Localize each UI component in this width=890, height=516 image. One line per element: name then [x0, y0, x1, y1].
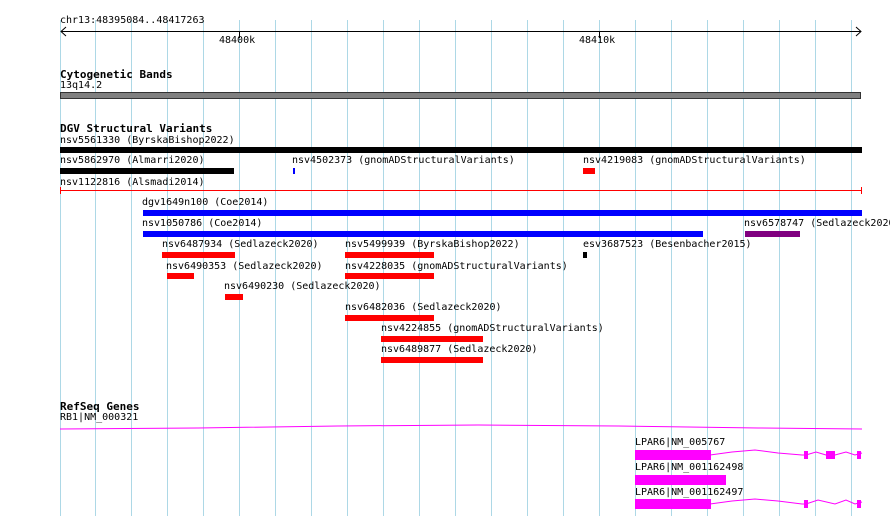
variant-bar-esv3687523[interactable] — [583, 252, 587, 258]
variant-bar-nsv1050786[interactable] — [143, 231, 703, 237]
cytoband-bar[interactable] — [60, 92, 861, 99]
gene-model-rb1[interactable] — [58, 422, 864, 436]
variant-bar-nsv5499939[interactable] — [345, 252, 434, 258]
variant-bar-nsv4502373[interactable] — [293, 168, 295, 174]
genome-browser-panel: chr13:48395084..48417263 48400k 48410k C… — [0, 0, 890, 516]
gene-model-lpar6-2[interactable] — [635, 475, 726, 485]
variant-bar-nsv5561330[interactable] — [60, 147, 862, 153]
variant-label: nsv6490353 (Sedlazeck2020) — [166, 261, 323, 272]
variant-label: nsv4219083 (gnomADStructuralVariants) — [583, 155, 806, 166]
variant-bar-dgv1649n100[interactable] — [143, 210, 862, 216]
variant-label: nsv6578747 (Sedlazeck2020) — [744, 218, 890, 229]
variant-label: nsv4228035 (gnomADStructuralVariants) — [345, 261, 568, 272]
variant-bar-nsv6490353[interactable] — [167, 273, 194, 279]
variant-bar-nsv4224855[interactable] — [381, 336, 483, 342]
variant-label: nsv1050786 (Coe2014) — [142, 218, 263, 229]
gene-model-lpar6-1[interactable] — [630, 447, 866, 463]
track-title-dgv: DGV Structural Variants — [60, 122, 213, 135]
band-label: 13q14.2 — [60, 80, 103, 91]
variant-label: nsv5561330 (ByrskaBishop2022) — [60, 135, 235, 146]
variant-label: nsv5862970 (Almarri2020) — [60, 155, 205, 166]
ruler-axis — [60, 26, 862, 38]
gene-model-lpar6-3[interactable] — [630, 496, 866, 512]
variant-label: dgv1649n100 (Coe2014) — [142, 197, 269, 208]
variant-label: nsv6487934 (Sedlazeck2020) — [162, 239, 319, 250]
variant-bar-nsv1122816[interactable] — [58, 186, 864, 194]
variant-label: nsv4224855 (gnomADStructuralVariants) — [381, 323, 604, 334]
variant-bar-nsv6482036[interactable] — [345, 315, 434, 321]
variant-label: nsv6490230 (Sedlazeck2020) — [224, 281, 381, 292]
gene-label: LPAR6|NM_001162498 — [635, 462, 744, 473]
variant-label: nsv6489877 (Sedlazeck2020) — [381, 344, 538, 355]
variant-label: esv3687523 (Besenbacher2015) — [583, 239, 752, 250]
variant-label: nsv5499939 (ByrskaBishop2022) — [345, 239, 520, 250]
variant-label: nsv4502373 (gnomADStructuralVariants) — [292, 155, 515, 166]
variant-bar-nsv5862970[interactable] — [60, 168, 234, 174]
ruler-tick-label: 48400k — [219, 35, 256, 46]
variant-bar-nsv6490230[interactable] — [225, 294, 243, 300]
variant-bar-nsv6578747[interactable] — [745, 231, 800, 237]
variant-bar-nsv4228035[interactable] — [345, 273, 434, 279]
variant-bar-nsv6489877[interactable] — [381, 357, 483, 363]
variant-label: nsv6482036 (Sedlazeck2020) — [345, 302, 502, 313]
variant-bar-nsv6487934[interactable] — [162, 252, 235, 258]
variant-bar-nsv4219083[interactable] — [583, 168, 595, 174]
ruler-tick-label: 48410k — [579, 35, 616, 46]
